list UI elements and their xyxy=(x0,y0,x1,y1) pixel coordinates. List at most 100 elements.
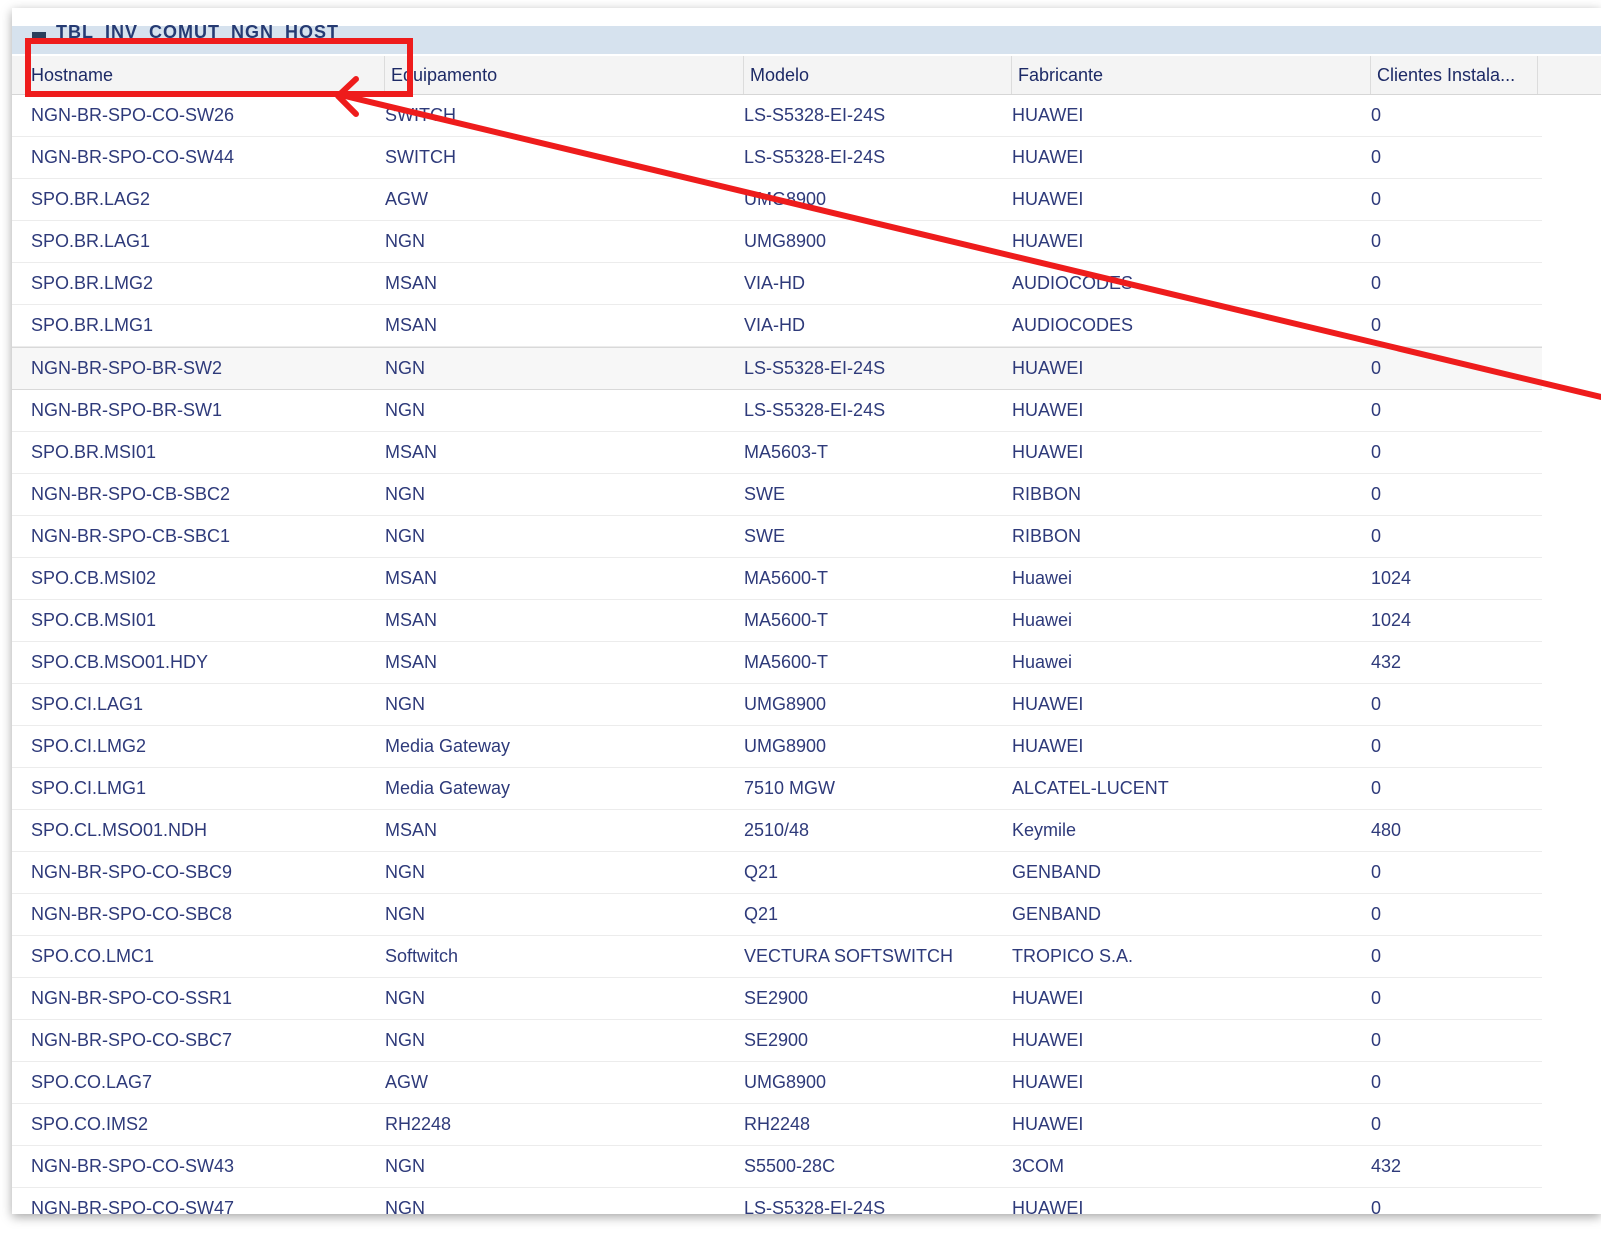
table-row[interactable]: NGN-BR-SPO-CO-SBC8 NGN Q21 GENBAND 0 xyxy=(12,894,1542,936)
cell-hostname: NGN-BR-SPO-CO-SW47 xyxy=(31,1198,235,1214)
cell-fabricante: HUAWEI xyxy=(1012,189,1084,209)
cell-clientes: 0 xyxy=(1371,736,1382,756)
cell-fabricante: Huawei xyxy=(1012,652,1073,672)
cell-fabricante: RIBBON xyxy=(1012,484,1082,504)
table-row[interactable]: SPO.CB.MSI01 MSAN MA5600-T Huawei 1024 xyxy=(12,600,1542,642)
table-row[interactable]: NGN-BR-SPO-CO-SBC7 NGN SE2900 HUAWEI 0 xyxy=(12,1020,1542,1062)
column-header-modelo[interactable]: Modelo xyxy=(744,56,1012,94)
cell-modelo: SWE xyxy=(744,526,786,546)
cell-hostname: SPO.CB.MSI01 xyxy=(31,610,157,630)
table-row[interactable]: NGN-BR-SPO-CO-SW43 NGN S5500-28C 3COM 432 xyxy=(12,1146,1542,1188)
cell-equipamento: Media Gateway xyxy=(385,778,511,798)
cell-modelo: UMG8900 xyxy=(744,231,827,251)
cell-hostname: SPO.BR.MSI01 xyxy=(31,442,157,462)
cell-equipamento: NGN xyxy=(385,484,425,504)
table-row[interactable]: SPO.CI.LAG1 NGN UMG8900 HUAWEI 0 xyxy=(12,684,1542,726)
cell-modelo: VECTURA SOFTSWITCH xyxy=(744,946,954,966)
cell-clientes: 0 xyxy=(1371,1030,1382,1050)
cell-equipamento: RH2248 xyxy=(385,1114,452,1134)
cell-fabricante: HUAWEI xyxy=(1012,1198,1084,1214)
cell-hostname: SPO.CI.LMG1 xyxy=(31,778,147,798)
cell-fabricante: HUAWEI xyxy=(1012,400,1084,420)
table-row[interactable]: SPO.CI.LMG1 Media Gateway 7510 MGW ALCATEL-… xyxy=(12,768,1542,810)
column-header-clientes[interactable]: Clientes Instala... xyxy=(1371,56,1538,94)
cell-fabricante: GENBAND xyxy=(1012,904,1102,924)
cell-fabricante: Huawei xyxy=(1012,610,1073,630)
table-row[interactable]: NGN-BR-SPO-CB-SBC2 NGN SWE RIBBON 0 xyxy=(12,474,1542,516)
column-header-row: Hostname Equipamento Modelo Fabricante C… xyxy=(12,56,1601,95)
cell-equipamento: AGW xyxy=(385,189,428,209)
cell-hostname: SPO.BR.LMG2 xyxy=(31,273,154,293)
cell-clientes: 0 xyxy=(1371,946,1382,966)
cell-modelo: 2510/48 xyxy=(744,820,810,840)
cell-fabricante: HUAWEI xyxy=(1012,1072,1084,1092)
cell-modelo: LS-S5328-EI-24S xyxy=(744,400,886,420)
cell-equipamento: MSAN xyxy=(385,568,438,588)
cell-modelo: UMG8900 xyxy=(744,736,827,756)
table-row[interactable]: NGN-BR-SPO-CO-SW26 SWITCH LS-S5328-EI-24S H… xyxy=(12,95,1542,137)
cell-equipamento: Softwitch xyxy=(385,946,459,966)
cell-hostname: SPO.CO.IMS2 xyxy=(31,1114,149,1134)
cell-modelo: SE2900 xyxy=(744,1030,809,1050)
cell-modelo: 7510 MGW xyxy=(744,778,836,798)
cell-equipamento: NGN xyxy=(385,400,425,420)
cell-hostname: NGN-BR-SPO-CO-SBC9 xyxy=(31,862,233,882)
cell-clientes: 0 xyxy=(1371,273,1382,293)
cell-equipamento: NGN xyxy=(385,358,425,378)
cell-hostname: NGN-BR-SPO-CO-SBC7 xyxy=(31,1030,233,1050)
window-title: TBL_INV_COMUT_NGN_HOST xyxy=(56,22,340,42)
cell-clientes: 0 xyxy=(1371,1114,1382,1134)
cell-equipamento: SWITCH xyxy=(385,147,456,167)
table-row[interactable]: NGN-BR-SPO-BR-SW2 NGN LS-S5328-EI-24S HUAWE… xyxy=(12,347,1542,390)
cell-clientes: 0 xyxy=(1371,484,1382,504)
table-row[interactable]: SPO.CB.MSO01.HDY MSAN MA5600-T Huawei 432 xyxy=(12,642,1542,684)
cell-modelo: LS-S5328-EI-24S xyxy=(744,147,886,167)
column-header-equipamento[interactable]: Equipamento xyxy=(385,56,744,94)
cell-hostname: NGN-BR-SPO-CB-SBC1 xyxy=(31,526,231,546)
table-row[interactable]: SPO.BR.LAG2 AGW UMG8900 HUAWEI 0 xyxy=(12,179,1542,221)
cell-clientes: 0 xyxy=(1371,1072,1382,1092)
cell-modelo: RH2248 xyxy=(744,1114,811,1134)
table-row[interactable]: SPO.CO.LMC1 Softwitch VECTURA SOFTSWITCH TR… xyxy=(12,936,1542,978)
cell-modelo: SE2900 xyxy=(744,988,809,1008)
cell-modelo: MA5600-T xyxy=(744,610,829,630)
cell-equipamento: NGN xyxy=(385,988,425,1008)
cell-modelo: MA5600-T xyxy=(744,568,829,588)
cell-clientes: 0 xyxy=(1371,231,1382,251)
table-row[interactable]: NGN-BR-SPO-BR-SW1 NGN LS-S5328-EI-24S HUAWE… xyxy=(12,390,1542,432)
cell-clientes: 0 xyxy=(1371,988,1382,1008)
table-row[interactable]: SPO.BR.LAG1 NGN UMG8900 HUAWEI 0 xyxy=(12,221,1542,263)
cell-hostname: NGN-BR-SPO-CB-SBC2 xyxy=(31,484,231,504)
table-row[interactable]: SPO.BR.MSI01 MSAN MA5603-T HUAWEI 0 xyxy=(12,432,1542,474)
cell-modelo: UMG8900 xyxy=(744,694,827,714)
table-row[interactable]: SPO.CI.LMG2 Media Gateway UMG8900 HUAWEI 0 xyxy=(12,726,1542,768)
cell-equipamento: MSAN xyxy=(385,820,438,840)
table-row[interactable]: NGN-BR-SPO-CO-SBC9 NGN Q21 GENBAND 0 xyxy=(12,852,1542,894)
cell-clientes: 0 xyxy=(1371,904,1382,924)
column-header-hostname[interactable]: Hostname xyxy=(25,56,385,94)
table-row[interactable]: SPO.CL.MSO01.NDH MSAN 2510/48 Keymile 480 xyxy=(12,810,1542,852)
table-row[interactable]: SPO.CO.LAG7 AGW UMG8900 HUAWEI 0 xyxy=(12,1062,1542,1104)
cell-clientes: 0 xyxy=(1371,442,1382,462)
table-row[interactable]: NGN-BR-SPO-CO-SSR1 NGN SE2900 HUAWEI 0 xyxy=(12,978,1542,1020)
column-header-fabricante[interactable]: Fabricante xyxy=(1012,56,1371,94)
cell-clientes: 0 xyxy=(1371,862,1382,882)
cell-modelo: Q21 xyxy=(744,904,779,924)
cell-hostname: SPO.CI.LMG2 xyxy=(31,736,147,756)
table-row[interactable]: NGN-BR-SPO-CO-SW47 NGN LS-S5328-EI-24S HUAW… xyxy=(12,1188,1542,1214)
cell-fabricante: HUAWEI xyxy=(1012,1030,1084,1050)
cell-equipamento: MSAN xyxy=(385,610,438,630)
cell-fabricante: HUAWEI xyxy=(1012,105,1084,125)
cell-hostname: SPO.BR.LAG2 xyxy=(31,189,151,209)
table-row[interactable]: NGN-BR-SPO-CB-SBC1 NGN SWE RIBBON 0 xyxy=(12,516,1542,558)
table-row[interactable]: SPO.CO.IMS2 RH2248 RH2248 HUAWEI 0 xyxy=(12,1104,1542,1146)
table-row[interactable]: SPO.BR.LMG2 MSAN VIA-HD AUDIOCODES 0 xyxy=(12,263,1542,305)
cell-fabricante: Keymile xyxy=(1012,820,1077,840)
table-row[interactable]: SPO.CB.MSI02 MSAN MA5600-T Huawei 1024 xyxy=(12,558,1542,600)
table-row[interactable]: SPO.BR.LMG1 MSAN VIA-HD AUDIOCODES 0 xyxy=(12,305,1542,347)
table-row[interactable]: NGN-BR-SPO-CO-SW44 SWITCH LS-S5328-EI-24S H… xyxy=(12,137,1542,179)
cell-fabricante: HUAWEI xyxy=(1012,358,1084,378)
cell-hostname: SPO.CB.MSI02 xyxy=(31,568,157,588)
cell-fabricante: RIBBON xyxy=(1012,526,1082,546)
cell-fabricante: AUDIOCODES xyxy=(1012,273,1134,293)
